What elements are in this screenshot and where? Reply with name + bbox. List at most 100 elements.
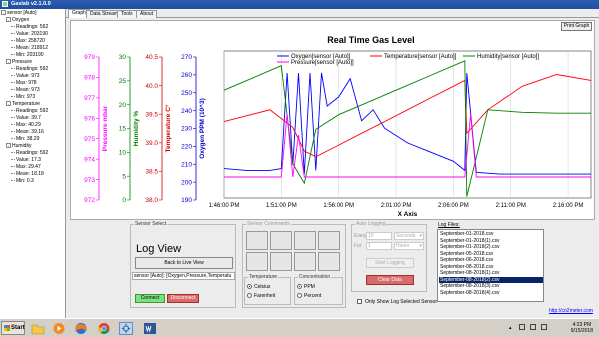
command-button-2[interactable] <box>270 231 292 250</box>
collapse-icon[interactable]: - <box>6 59 11 65</box>
percent-label: Percent <box>304 293 322 299</box>
collapse-icon[interactable]: - <box>1 10 6 16</box>
log-file-item[interactable]: September-01-2018.csv <box>439 231 543 237</box>
celsius-radio[interactable] <box>247 284 252 289</box>
log-file-item[interactable]: September-06-2018.csv <box>439 257 543 263</box>
y-tick-label: 200 <box>181 179 192 186</box>
y-tick-label: 25 <box>119 78 127 85</box>
tree-stat-item[interactable]: Mean: 973 <box>0 87 66 94</box>
back-to-live-view-button[interactable]: Back to Live View <box>135 257 233 269</box>
collapse-icon[interactable]: - <box>6 17 11 23</box>
command-button-8[interactable] <box>318 252 340 271</box>
tree-stat-item[interactable]: Max: 258720 <box>0 38 66 45</box>
tree-stat-item[interactable]: Value: 39.7 <box>0 115 66 122</box>
word-icon[interactable] <box>143 322 157 335</box>
volume-icon[interactable] <box>541 324 547 330</box>
firefox-icon[interactable] <box>74 322 88 335</box>
tree-stat-item[interactable]: Max: 978 <box>0 80 66 87</box>
command-button-6[interactable] <box>270 252 292 271</box>
sensor-commands-group: Sensor Commands Temperature Celsius Fare… <box>242 221 346 308</box>
tree-stat-item[interactable]: Value: 203190 <box>0 31 66 38</box>
clock[interactable]: 4:23 PM 9/15/2018 <box>571 322 593 334</box>
tree-sensor-node[interactable]: - sensor [Auto] <box>0 10 66 17</box>
website-link[interactable]: http://co2meter.com <box>549 308 593 314</box>
log-view-title: Log View <box>136 243 182 255</box>
tree-label: Min: 203190 <box>16 52 44 58</box>
clear-data-button[interactable]: Clear Data <box>366 275 414 285</box>
percent-radio[interactable] <box>297 293 302 298</box>
log-files-list[interactable]: September-01-2018.csv September-01-2018(1… <box>437 229 544 302</box>
tree-label: Value: 17.3 <box>16 157 41 163</box>
ppm-label: PPM <box>304 284 315 290</box>
for-value-field[interactable]: 1 <box>366 242 392 250</box>
tree-stat-item[interactable]: Mean: 39.16 <box>0 129 66 136</box>
tree-stat-item[interactable]: Value: 973 <box>0 73 66 80</box>
tree-stat-item[interactable]: Max: 40.29 <box>0 122 66 129</box>
tree-channel-node[interactable]: - Humidity <box>0 143 66 150</box>
tab-about[interactable]: About <box>136 10 158 18</box>
tree-channel-node[interactable]: - Oxygen <box>0 17 66 24</box>
every-value-field[interactable]: 10 <box>366 232 392 240</box>
tree-line <box>11 26 15 28</box>
tree-stat-item[interactable]: Readings: 592 <box>0 66 66 73</box>
tree-stat-item[interactable]: Mean: 18.18 <box>0 171 66 178</box>
media-player-icon[interactable] <box>52 322 66 335</box>
tree-stat-item[interactable]: Min: 203190 <box>0 52 66 59</box>
tree-line <box>11 54 15 56</box>
flag-icon[interactable] <box>519 324 525 330</box>
connect-button[interactable]: Connect <box>135 294 165 303</box>
temperature-unit-group: Temperature Celsius Farenheit <box>244 274 291 305</box>
tree-label: Min: 973 <box>16 94 36 100</box>
sensor-tree[interactable]: - sensor [Auto] - Oxygen Readings: 592 Value:… <box>0 9 66 318</box>
farenheit-radio[interactable] <box>247 293 252 298</box>
tree-channel-node[interactable]: - Pressure <box>0 59 66 66</box>
folder-icon[interactable] <box>31 322 45 335</box>
log-file-item[interactable]: September-08-2018(4).csv <box>439 290 543 296</box>
log-file-item[interactable]: September-01-2018(1).csv <box>439 238 543 244</box>
chevron-down-icon: ▾ <box>419 233 422 239</box>
log-file-item[interactable]: September-08-2018(1).csv <box>439 270 543 276</box>
tree-stat-item[interactable]: Value: 17.3 <box>0 157 66 164</box>
command-button-4[interactable] <box>318 231 340 250</box>
command-button-7[interactable] <box>294 252 316 271</box>
ppm-radio[interactable] <box>297 284 302 289</box>
tab-tools[interactable]: Tools <box>117 10 137 18</box>
collapse-icon[interactable]: - <box>6 143 11 149</box>
only-show-selected-checkbox[interactable] <box>357 299 362 304</box>
command-button-5[interactable] <box>246 252 268 271</box>
tree-stat-item[interactable]: Readings: 592 <box>0 150 66 157</box>
tree-channel-node[interactable]: - Temperature <box>0 101 66 108</box>
log-file-item[interactable]: September-05-2018.csv <box>439 251 543 257</box>
tree-stat-item[interactable]: Max: 29.47 <box>0 164 66 171</box>
log-file-item[interactable]: September-08-2018(2).csv <box>439 276 543 283</box>
start-button[interactable]: Start <box>1 321 25 335</box>
start-logging-button[interactable]: Start Logging <box>366 258 414 268</box>
gaslab-icon[interactable] <box>119 322 133 335</box>
title-bar: Gaslab v2.1.0.0 <box>0 0 599 9</box>
tray-arrow-icon[interactable]: ▴ <box>509 325 512 331</box>
sensor-field[interactable]: sensor [Auto]: [Oxygen,Pressure,Temperat… <box>132 272 235 280</box>
tree-stat-item[interactable]: Min: 0.3 <box>0 178 66 185</box>
log-file-item[interactable]: September-01-2018(2).csv <box>439 244 543 250</box>
tree-line <box>11 68 15 70</box>
log-file-item[interactable]: September-08-2018.csv <box>439 264 543 270</box>
y-tick-label: 979 <box>84 54 95 61</box>
x-tick-label: 2:11:00 PM <box>496 203 526 209</box>
command-button-1[interactable] <box>246 231 268 250</box>
collapse-icon[interactable]: - <box>6 101 11 107</box>
tree-stat-item[interactable]: Readings: 592 <box>0 108 66 115</box>
for-unit-select[interactable]: Hours ▾ <box>394 242 424 250</box>
auto-logging-label: Auto Logging <box>355 221 387 227</box>
tree-stat-item[interactable]: Readings: 592 <box>0 24 66 31</box>
every-unit-select[interactable]: Seconds ▾ <box>394 232 424 240</box>
y-tick-label: 30 <box>119 54 127 61</box>
tree-stat-item[interactable]: Mean: 218912 <box>0 45 66 52</box>
log-file-item[interactable]: September-08-2018(3).csv <box>439 283 543 289</box>
chrome-icon[interactable] <box>97 322 111 335</box>
tree-stat-item[interactable]: Min: 38.29 <box>0 136 66 143</box>
command-button-3[interactable] <box>294 231 316 250</box>
disconnect-button[interactable]: Disconnect <box>167 294 199 303</box>
network-icon[interactable] <box>530 324 536 330</box>
tree-line <box>11 75 15 77</box>
tree-stat-item[interactable]: Min: 973 <box>0 94 66 101</box>
